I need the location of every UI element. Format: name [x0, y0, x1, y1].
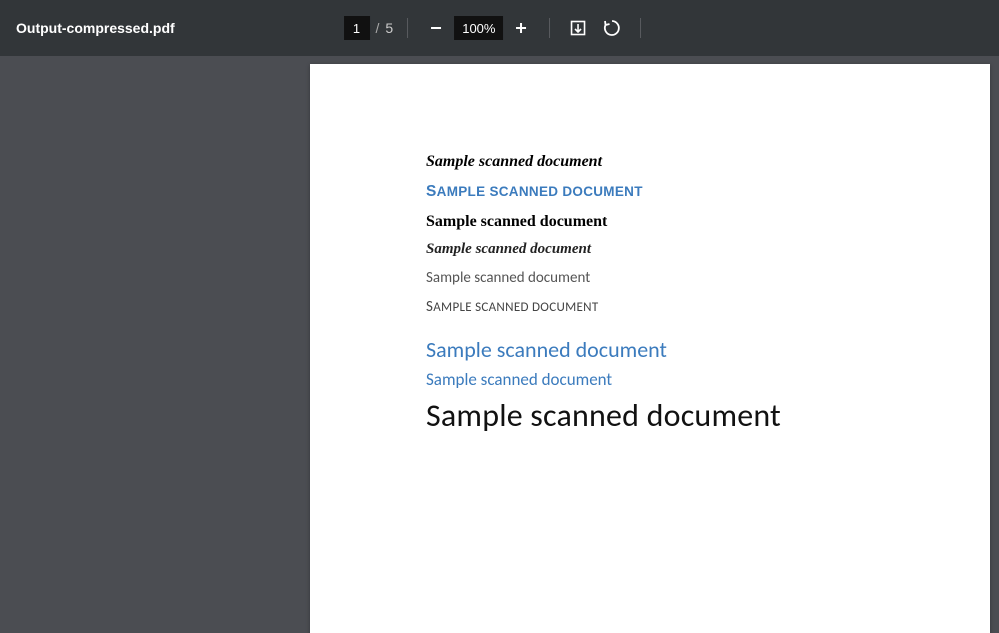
page-number-input[interactable] — [344, 16, 370, 40]
rotate-button[interactable] — [598, 14, 626, 42]
doc-heading-5: Sample scanned document — [426, 271, 990, 286]
doc-heading-6: Sample scanned document — [426, 300, 990, 315]
toolbar-center: / 5 100% — [344, 14, 656, 42]
doc-heading-8: Sample scanned document — [426, 371, 990, 388]
doc-heading-3: Sample scanned document — [426, 214, 990, 230]
divider — [549, 18, 550, 38]
doc-heading-1: Sample scanned document — [426, 154, 990, 170]
plus-icon — [514, 21, 528, 35]
doc-heading-2: Sample scanned document — [426, 184, 990, 200]
total-pages: 5 — [385, 20, 393, 36]
filename-label: Output-compressed.pdf — [16, 20, 175, 36]
zoom-in-button[interactable] — [507, 14, 535, 42]
page-separator: / — [376, 20, 380, 36]
divider — [640, 18, 641, 38]
pdf-toolbar: Output-compressed.pdf / 5 100% — [0, 0, 999, 56]
divider — [407, 18, 408, 38]
zoom-out-button[interactable] — [422, 14, 450, 42]
fit-to-page-button[interactable] — [564, 14, 592, 42]
doc-heading-4: Sample scanned document — [426, 242, 990, 257]
minus-icon — [429, 21, 443, 35]
pdf-page: Sample scanned document Sample scanned d… — [310, 64, 990, 633]
doc-heading-9: Sample scanned document — [426, 400, 990, 432]
doc-heading-7: Sample scanned document — [426, 339, 990, 361]
rotate-icon — [602, 18, 622, 38]
pdf-viewer-area[interactable]: Sample scanned document Sample scanned d… — [0, 56, 999, 633]
fit-page-icon — [569, 19, 587, 37]
zoom-level-display[interactable]: 100% — [454, 16, 503, 40]
